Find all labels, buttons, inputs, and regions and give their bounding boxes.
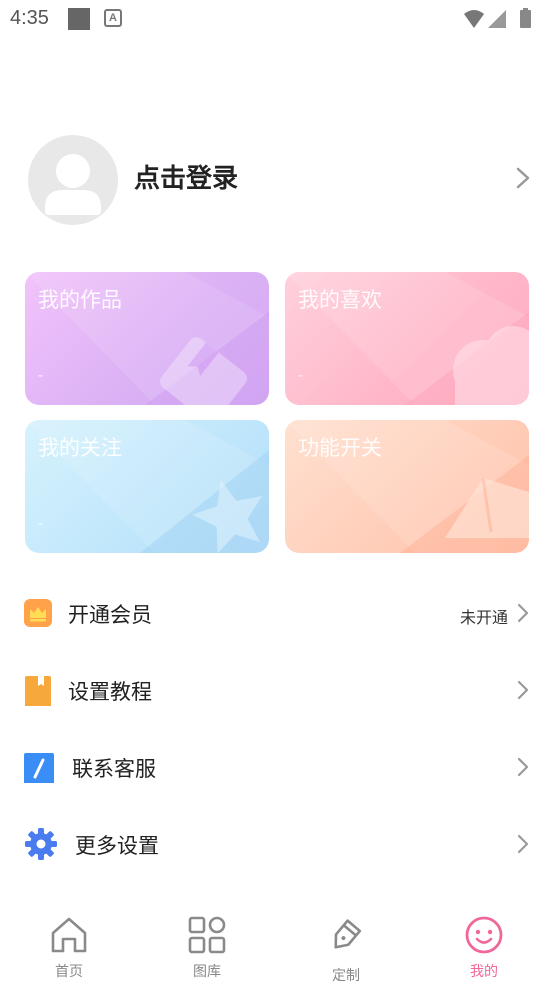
battery-icon bbox=[520, 10, 531, 28]
card-count: - bbox=[38, 368, 44, 384]
card-my-likes[interactable]: 我的喜欢 - bbox=[285, 272, 529, 405]
menu-label: 设置教程 bbox=[68, 680, 152, 704]
avatar[interactable] bbox=[28, 135, 118, 225]
system-status-icons bbox=[464, 8, 531, 28]
slash-icon bbox=[24, 753, 54, 783]
tab-customize[interactable]: 定制 bbox=[296, 905, 396, 985]
menu-item-membership[interactable]: 开通会员 未开通 bbox=[0, 583, 554, 643]
chevron-right-icon bbox=[517, 834, 529, 854]
menu-item-customer-service[interactable]: 联系客服 bbox=[0, 737, 554, 797]
bottom-navigation: 首页 图库 定制 我的 bbox=[0, 905, 554, 985]
profile-login-row[interactable]: 点击登录 bbox=[0, 130, 554, 230]
wifi-icon bbox=[464, 10, 484, 28]
chevron-right-icon bbox=[517, 680, 529, 700]
menu-label: 开通会员 bbox=[68, 603, 152, 627]
square-notification-icon bbox=[68, 8, 90, 30]
home-icon bbox=[51, 917, 87, 953]
card-title: 我的喜欢 bbox=[298, 288, 382, 312]
tab-gallery[interactable]: 图库 bbox=[157, 905, 257, 985]
gear-icon bbox=[25, 828, 57, 860]
login-label[interactable]: 点击登录 bbox=[134, 158, 238, 195]
pen-icon bbox=[334, 919, 362, 949]
card-feature-switch[interactable]: 功能开关 bbox=[285, 420, 529, 553]
tab-label: 首页 bbox=[55, 964, 83, 980]
card-my-follows[interactable]: 我的关注 - bbox=[25, 420, 269, 553]
card-count: - bbox=[298, 368, 304, 384]
user-avatar-icon bbox=[45, 154, 101, 215]
tab-label: 图库 bbox=[193, 964, 221, 980]
tab-label: 定制 bbox=[332, 968, 360, 984]
chevron-right-icon bbox=[517, 757, 529, 777]
card-title: 功能开关 bbox=[298, 436, 382, 460]
card-title: 我的关注 bbox=[38, 436, 122, 460]
menu-item-tutorial[interactable]: 设置教程 bbox=[0, 660, 554, 720]
chevron-right-icon bbox=[517, 603, 529, 623]
crown-icon bbox=[24, 599, 52, 627]
status-bar: 4:35 A bbox=[0, 0, 554, 40]
a-notification-icon: A bbox=[104, 9, 122, 27]
signal-icon bbox=[488, 10, 506, 28]
menu-label: 更多设置 bbox=[75, 834, 159, 858]
card-title: 我的作品 bbox=[38, 288, 122, 312]
tab-label: 我的 bbox=[470, 964, 498, 980]
status-time: 4:35 bbox=[10, 7, 49, 29]
card-count: - bbox=[38, 516, 44, 532]
tab-home[interactable]: 首页 bbox=[19, 905, 119, 985]
chevron-right-icon[interactable] bbox=[514, 166, 532, 190]
menu-label: 联系客服 bbox=[72, 757, 156, 781]
smiley-icon bbox=[465, 916, 503, 954]
tab-mine[interactable]: 我的 bbox=[434, 905, 534, 985]
card-my-works[interactable]: 我的作品 - bbox=[25, 272, 269, 405]
grid-icon bbox=[188, 916, 226, 954]
membership-status: 未开通 bbox=[459, 608, 508, 627]
book-icon bbox=[25, 676, 51, 706]
menu-item-more-settings[interactable]: 更多设置 bbox=[0, 814, 554, 874]
